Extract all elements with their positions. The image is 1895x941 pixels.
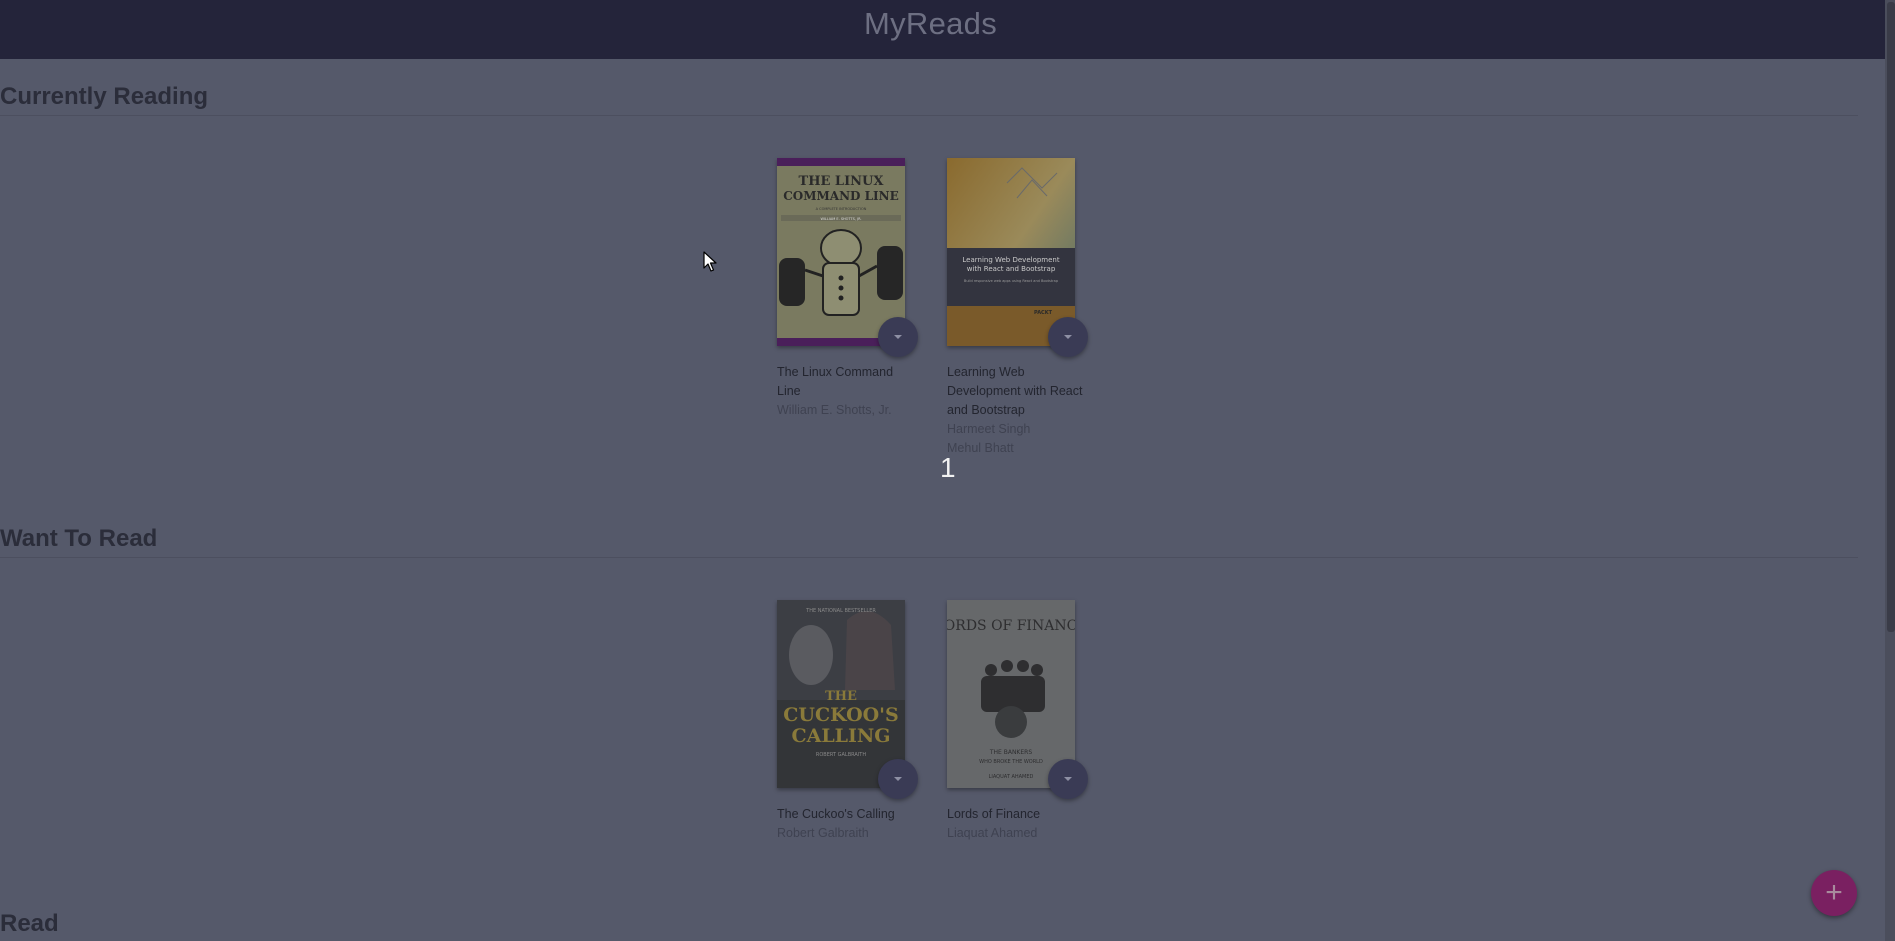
react-cover-art: Learning Web Development with React and … — [947, 158, 1075, 346]
book-cover[interactable]: THE NATIONAL BESTSELLER THE CUCKOO'S CAL… — [777, 600, 905, 788]
svg-text:LORDS OF FINANCE: LORDS OF FINANCE — [947, 618, 1075, 634]
shelf-changer-button[interactable] — [878, 759, 918, 799]
book-author: William E. Shotts, Jr. — [777, 403, 892, 417]
svg-text:THE BANKERS: THE BANKERS — [989, 749, 1032, 756]
shelf-changer-button[interactable] — [878, 317, 918, 357]
shelf-changer-button[interactable] — [1048, 317, 1088, 357]
svg-text:THE NATIONAL BESTSELLER: THE NATIONAL BESTSELLER — [805, 608, 876, 614]
book-title: Learning Web Development with React and … — [947, 365, 1083, 417]
book-cover[interactable]: Learning Web Development with React and … — [947, 158, 1075, 346]
arrow-drop-down-icon — [1064, 335, 1072, 339]
svg-text:Learning Web Development: Learning Web Development — [962, 256, 1059, 264]
svg-text:CUCKOO'S: CUCKOO'S — [783, 704, 898, 726]
svg-text:THE: THE — [825, 689, 857, 704]
app-header: MyReads — [0, 0, 1885, 59]
book-cover[interactable]: THE LINUX COMMAND LINE A COMPLETE INTROD… — [777, 158, 905, 346]
arrow-drop-down-icon — [894, 335, 902, 339]
svg-text:Build responsive web apps usin: Build responsive web apps using React an… — [964, 279, 1059, 283]
svg-text:ROBERT GALBRAITH: ROBERT GALBRAITH — [816, 752, 866, 758]
book-author: Harmeet Singh — [947, 422, 1031, 436]
book-author: Robert Galbraith — [777, 826, 869, 840]
arrow-drop-down-icon — [1064, 777, 1072, 781]
plus-icon: + — [1825, 876, 1843, 909]
svg-text:CALLING: CALLING — [791, 725, 890, 747]
book-author: Liaquat Ahamed — [947, 826, 1038, 840]
svg-text:THE LINUX: THE LINUX — [799, 174, 885, 189]
svg-text:WHO BROKE THE WORLD: WHO BROKE THE WORLD — [979, 759, 1043, 765]
scrollbar-thumb[interactable] — [1887, 2, 1895, 632]
svg-text:COMMAND LINE: COMMAND LINE — [783, 189, 899, 203]
book-title: The Linux Command Line — [777, 365, 894, 398]
mouse-pointer-icon — [703, 251, 717, 272]
svg-text:PACKT: PACKT — [1034, 310, 1053, 316]
shelf-changer-button[interactable] — [1048, 759, 1088, 799]
finance-cover-art: LORDS OF FINANCE THE BANKERS WHO BROKE T… — [947, 600, 1075, 788]
book-title: The Cuckoo's Calling — [777, 807, 895, 821]
svg-text:with React and Bootstrap: with React and Bootstrap — [967, 265, 1056, 273]
arrow-drop-down-icon — [894, 777, 902, 781]
svg-text:A COMPLETE INTRODUCTION: A COMPLETE INTRODUCTION — [816, 207, 867, 211]
app-title: MyReads — [863, 6, 998, 41]
shelf-title-read: Read — [0, 910, 59, 937]
book-author: Mehul Bhatt — [947, 441, 1014, 455]
cuckoo-cover-art: THE NATIONAL BESTSELLER THE CUCKOO'S CAL… — [777, 600, 905, 788]
book-title: Lords of Finance — [947, 807, 1041, 821]
shelf-divider — [0, 115, 1858, 116]
shelf-divider — [0, 557, 1858, 558]
linux-cover-art: THE LINUX COMMAND LINE A COMPLETE INTROD… — [777, 158, 905, 346]
svg-text:LIAQUAT AHAMED: LIAQUAT AHAMED — [989, 774, 1034, 780]
shelf-title-want-to-read: Want To Read — [0, 525, 158, 552]
svg-text:WILLIAM E. SHOTTS, JR.: WILLIAM E. SHOTTS, JR. — [820, 217, 861, 221]
shelf-title-currently-reading: Currently Reading — [0, 83, 209, 110]
book-cover[interactable]: LORDS OF FINANCE THE BANKERS WHO BROKE T… — [947, 600, 1075, 788]
add-book-button[interactable]: + — [1811, 870, 1857, 916]
page-number-overlay: 1 — [940, 452, 956, 483]
